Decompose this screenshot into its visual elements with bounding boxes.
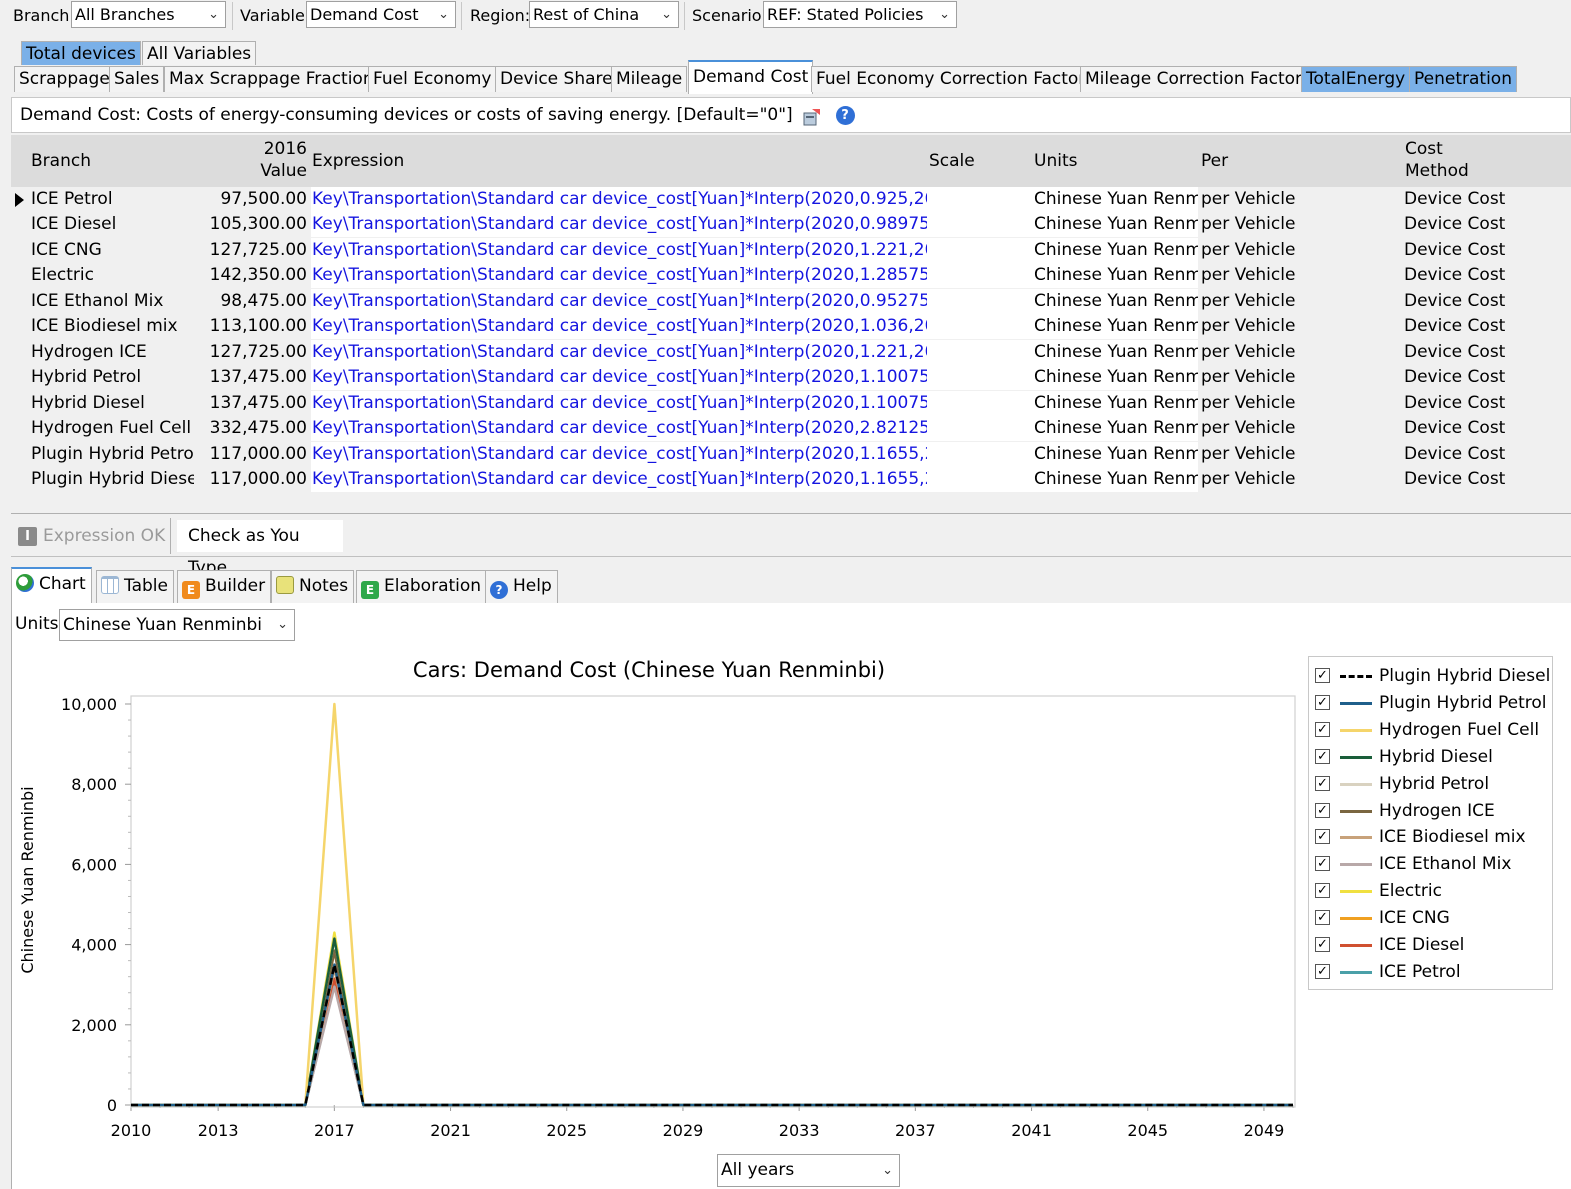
series-line <box>131 963 1293 1107</box>
x-tick-label: 2025 <box>546 1121 587 1140</box>
x-tick-label: 2041 <box>1011 1121 1052 1140</box>
chart-title: Cars: Demand Cost (Chinese Yuan Renminbi… <box>413 658 885 682</box>
legend-swatch <box>1340 890 1372 894</box>
legend-checkbox[interactable]: ✓ <box>1315 748 1330 764</box>
y-tick-label: 0 <box>107 1096 117 1115</box>
legend-label: Plugin Hybrid Petrol <box>1379 692 1547 713</box>
x-tick-label: 2037 <box>895 1121 936 1140</box>
plot-frame <box>130 695 1296 1108</box>
legend-checkbox[interactable]: ✓ <box>1315 963 1330 979</box>
series-line <box>131 931 1293 1107</box>
x-tick-label: 2029 <box>663 1121 704 1140</box>
legend-checkbox[interactable]: ✓ <box>1315 856 1330 872</box>
legend-label: Plugin Hybrid Diesel <box>1379 666 1551 686</box>
y-tick-label: 4,000 <box>71 936 117 955</box>
x-tick-label: 2045 <box>1127 1121 1168 1140</box>
legend-swatch <box>1340 755 1372 759</box>
legend-swatch <box>1340 917 1372 921</box>
x-tick-label: 2017 <box>314 1121 355 1140</box>
legend-checkbox[interactable]: ✓ <box>1315 829 1330 845</box>
legend-swatch <box>1340 836 1372 840</box>
x-tick-label: 2033 <box>779 1121 820 1140</box>
years-select[interactable]: All years ⌄ <box>717 1154 900 1187</box>
legend-label: ICE Diesel <box>1379 935 1465 955</box>
x-tick-label: 2049 <box>1244 1121 1285 1140</box>
chart-legend: ✓ Plugin Hybrid Diesel ✓ Plugin Hybrid Petr… <box>1308 656 1553 990</box>
legend-checkbox[interactable]: ✓ <box>1315 668 1330 683</box>
years-select-value: All years <box>721 1160 795 1180</box>
series-line <box>131 963 1293 1107</box>
series-line <box>131 702 1293 1107</box>
y-tick-label: 10,000 <box>61 695 117 714</box>
legend-checkbox[interactable]: ✓ <box>1315 883 1330 899</box>
legend-label: Electric <box>1379 881 1442 902</box>
legend-label: Hydrogen ICE <box>1379 800 1495 821</box>
legend-label: ICE Ethanol Mix <box>1379 854 1512 875</box>
chart-series <box>131 702 1293 1107</box>
legend-checkbox[interactable]: ✓ <box>1315 937 1330 952</box>
legend-checkbox[interactable]: ✓ <box>1315 910 1330 926</box>
series-line <box>131 937 1293 1107</box>
series-line <box>131 967 1293 1107</box>
series-line <box>131 977 1293 1107</box>
x-tick-label: 2013 <box>198 1121 239 1140</box>
series-line <box>131 983 1293 1107</box>
legend-swatch <box>1340 701 1372 705</box>
y-tick-label: 2,000 <box>71 1016 117 1035</box>
legend-swatch <box>1340 809 1372 813</box>
legend-swatch <box>1340 970 1372 974</box>
legend-label: Hybrid Petrol <box>1379 773 1490 794</box>
chevron-down-icon: ⌄ <box>882 1163 893 1178</box>
legend-swatch <box>1340 782 1372 786</box>
legend-label: ICE Biodiesel mix <box>1379 827 1526 848</box>
legend-label: ICE Petrol <box>1379 961 1461 982</box>
legend-checkbox[interactable]: ✓ <box>1315 802 1330 818</box>
legend-label: ICE CNG <box>1379 908 1450 929</box>
y-tick-label: 6,000 <box>71 855 117 874</box>
legend-checkbox[interactable]: ✓ <box>1315 775 1330 791</box>
x-tick-label: 2021 <box>430 1121 471 1140</box>
series-line <box>131 949 1293 1107</box>
legend-checkbox[interactable]: ✓ <box>1315 694 1330 710</box>
series-line <box>131 949 1293 1107</box>
legend-swatch <box>1340 863 1372 867</box>
legend-swatch <box>1340 944 1372 947</box>
legend-checkbox[interactable]: ✓ <box>1315 721 1330 737</box>
legend-swatch <box>1340 675 1372 678</box>
legend-label: Hydrogen Fuel Cell <box>1379 719 1540 740</box>
y-tick-label: 8,000 <box>71 775 117 794</box>
legend-swatch <box>1340 728 1372 732</box>
series-line <box>131 937 1293 1107</box>
chart-axes: 0 2,000 4,000 6,000 8,000 10,000 2010 2013 2017 2… <box>61 695 1296 1140</box>
demand-cost-chart: Cars: Demand Cost (Chinese Yuan Renminbi… <box>18 658 1296 1140</box>
series-line <box>131 985 1293 1107</box>
x-tick-label: 2010 <box>111 1121 152 1140</box>
legend-label: Hybrid Diesel <box>1379 746 1493 767</box>
y-axis-label: Chinese Yuan Renminbi <box>18 786 37 973</box>
